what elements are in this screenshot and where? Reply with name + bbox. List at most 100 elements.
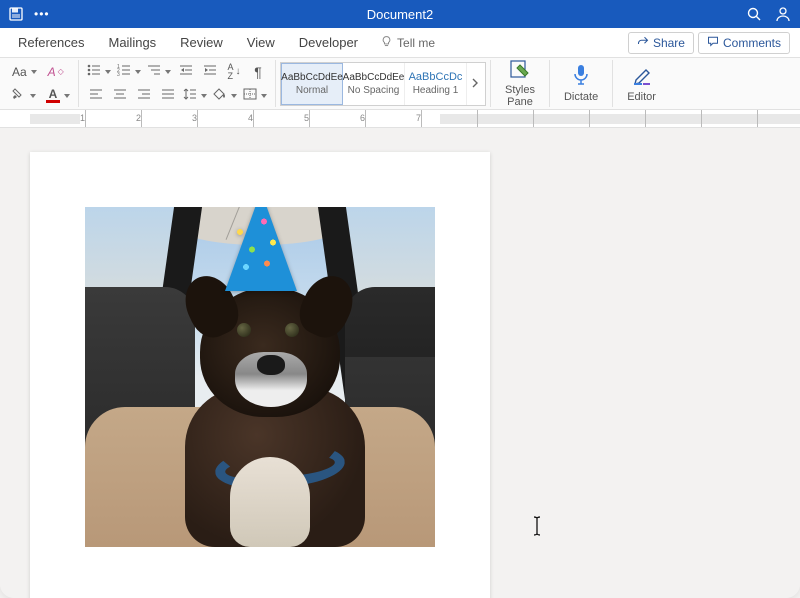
- ruler-mark: 6: [360, 113, 365, 123]
- styles-gallery[interactable]: AaBbCcDdEe Normal AaBbCcDdEe No Spacing …: [280, 62, 486, 106]
- align-left-icon: [89, 88, 103, 103]
- inserted-image[interactable]: [85, 207, 435, 547]
- ruler-scale: [30, 110, 800, 127]
- sort-icon: AZ: [227, 63, 233, 81]
- bullets-icon: [87, 64, 101, 79]
- tell-me-search[interactable]: Tell me: [370, 35, 445, 51]
- numbering-icon: 123: [117, 64, 131, 79]
- chevron-down-icon: [165, 70, 171, 74]
- clear-formatting-button[interactable]: A◇: [45, 61, 67, 83]
- borders-button[interactable]: [241, 85, 269, 107]
- styles-gallery-more[interactable]: [467, 63, 485, 105]
- party-hat: [225, 207, 297, 291]
- microphone-icon: [572, 64, 590, 89]
- increase-indent-icon: [203, 64, 217, 79]
- change-case-button[interactable]: Aa: [10, 61, 39, 83]
- style-heading-1[interactable]: AaBbCcDc Heading 1: [405, 63, 467, 105]
- justify-button[interactable]: [157, 85, 179, 107]
- decrease-indent-icon: [179, 64, 193, 79]
- save-icon[interactable]: [8, 6, 24, 22]
- chevron-down-icon: [231, 94, 237, 98]
- bullets-button[interactable]: [85, 61, 113, 83]
- align-center-icon: [113, 88, 127, 103]
- pilcrow-icon: ¶: [254, 64, 262, 80]
- highlight-color-button[interactable]: [10, 85, 38, 107]
- styles-pane-group: Styles Pane: [491, 60, 550, 107]
- chevron-down-icon: [135, 70, 141, 74]
- styles-pane-icon: [509, 59, 531, 82]
- dictate-label: Dictate: [564, 91, 598, 103]
- tab-view[interactable]: View: [235, 28, 287, 57]
- dictate-button[interactable]: Dictate: [556, 60, 606, 108]
- justify-icon: [161, 88, 175, 103]
- editor-group: Editor: [613, 60, 670, 107]
- shading-button[interactable]: [211, 85, 239, 107]
- chevron-down-icon: [30, 94, 36, 98]
- multilevel-list-button[interactable]: [145, 61, 173, 83]
- horizontal-ruler[interactable]: 1 2 3 4 5 6 7: [0, 110, 800, 128]
- tab-references[interactable]: References: [6, 28, 96, 57]
- font-group: Aa A◇ A: [4, 60, 79, 107]
- page[interactable]: [30, 152, 490, 598]
- comments-label: Comments: [723, 36, 781, 50]
- chevron-down-icon: [105, 70, 111, 74]
- svg-text:3: 3: [117, 72, 120, 76]
- chevron-down-icon: [201, 94, 207, 98]
- editor-button[interactable]: Editor: [619, 60, 664, 108]
- borders-icon: [243, 88, 257, 103]
- tell-me-label: Tell me: [397, 36, 435, 50]
- tab-developer[interactable]: Developer: [287, 28, 370, 57]
- text-cursor-icon: [530, 516, 544, 536]
- paragraph-group: 123 AZ↓ ¶: [79, 60, 276, 107]
- tab-mailings[interactable]: Mailings: [96, 28, 168, 57]
- style-sample: AaBbCcDdEe: [343, 72, 405, 83]
- lightbulb-icon: [380, 35, 393, 51]
- align-left-button[interactable]: [85, 85, 107, 107]
- line-spacing-button[interactable]: [181, 85, 209, 107]
- dictate-group: Dictate: [550, 60, 613, 107]
- style-label: Normal: [296, 85, 328, 96]
- search-icon[interactable]: [746, 6, 762, 22]
- document-canvas[interactable]: [0, 128, 800, 598]
- title-bar: ••• Document2: [0, 0, 800, 28]
- chevron-down-icon: [64, 94, 70, 98]
- increase-indent-button[interactable]: [199, 61, 221, 83]
- style-sample: AaBbCcDc: [409, 71, 463, 83]
- ruler-mark: 4: [248, 113, 253, 123]
- ruler-mark: 7: [416, 113, 421, 123]
- show-marks-button[interactable]: ¶: [247, 61, 269, 83]
- sort-button[interactable]: AZ↓: [223, 61, 245, 83]
- style-normal[interactable]: AaBbCcDdEe Normal: [281, 63, 343, 105]
- style-sample: AaBbCcDdEe: [281, 72, 343, 83]
- styles-pane-label: Styles Pane: [505, 84, 535, 108]
- styles-pane-button[interactable]: Styles Pane: [497, 60, 543, 108]
- ruler-mark: 1: [80, 113, 85, 123]
- align-right-button[interactable]: [133, 85, 155, 107]
- more-icon[interactable]: •••: [34, 7, 50, 21]
- styles-group: AaBbCcDdEe Normal AaBbCcDdEe No Spacing …: [276, 60, 491, 107]
- chevron-down-icon: [31, 70, 37, 74]
- ribbon-tabs: References Mailings Review View Develope…: [0, 28, 800, 58]
- editor-label: Editor: [627, 91, 656, 103]
- pen-editor-icon: [632, 64, 652, 89]
- share-icon: [637, 35, 649, 50]
- dog-subject: [145, 287, 385, 547]
- style-no-spacing[interactable]: AaBbCcDdEe No Spacing: [343, 63, 405, 105]
- tab-review[interactable]: Review: [168, 28, 235, 57]
- font-color-button[interactable]: A: [44, 85, 72, 107]
- change-case-label: Aa: [12, 65, 27, 79]
- account-icon[interactable]: [774, 5, 792, 23]
- numbering-button[interactable]: 123: [115, 61, 143, 83]
- align-center-button[interactable]: [109, 85, 131, 107]
- ruler-mark: 2: [136, 113, 141, 123]
- comments-button[interactable]: Comments: [698, 32, 790, 54]
- clear-formatting-icon: A: [48, 65, 56, 79]
- ribbon: Aa A◇ A: [0, 58, 800, 110]
- font-color-icon: A: [46, 88, 60, 103]
- decrease-indent-button[interactable]: [175, 61, 197, 83]
- multilevel-icon: [147, 64, 161, 79]
- paint-bucket-icon: [213, 88, 227, 103]
- ruler-mark: 3: [192, 113, 197, 123]
- share-button[interactable]: Share: [628, 32, 694, 54]
- document-title: Document2: [0, 7, 800, 22]
